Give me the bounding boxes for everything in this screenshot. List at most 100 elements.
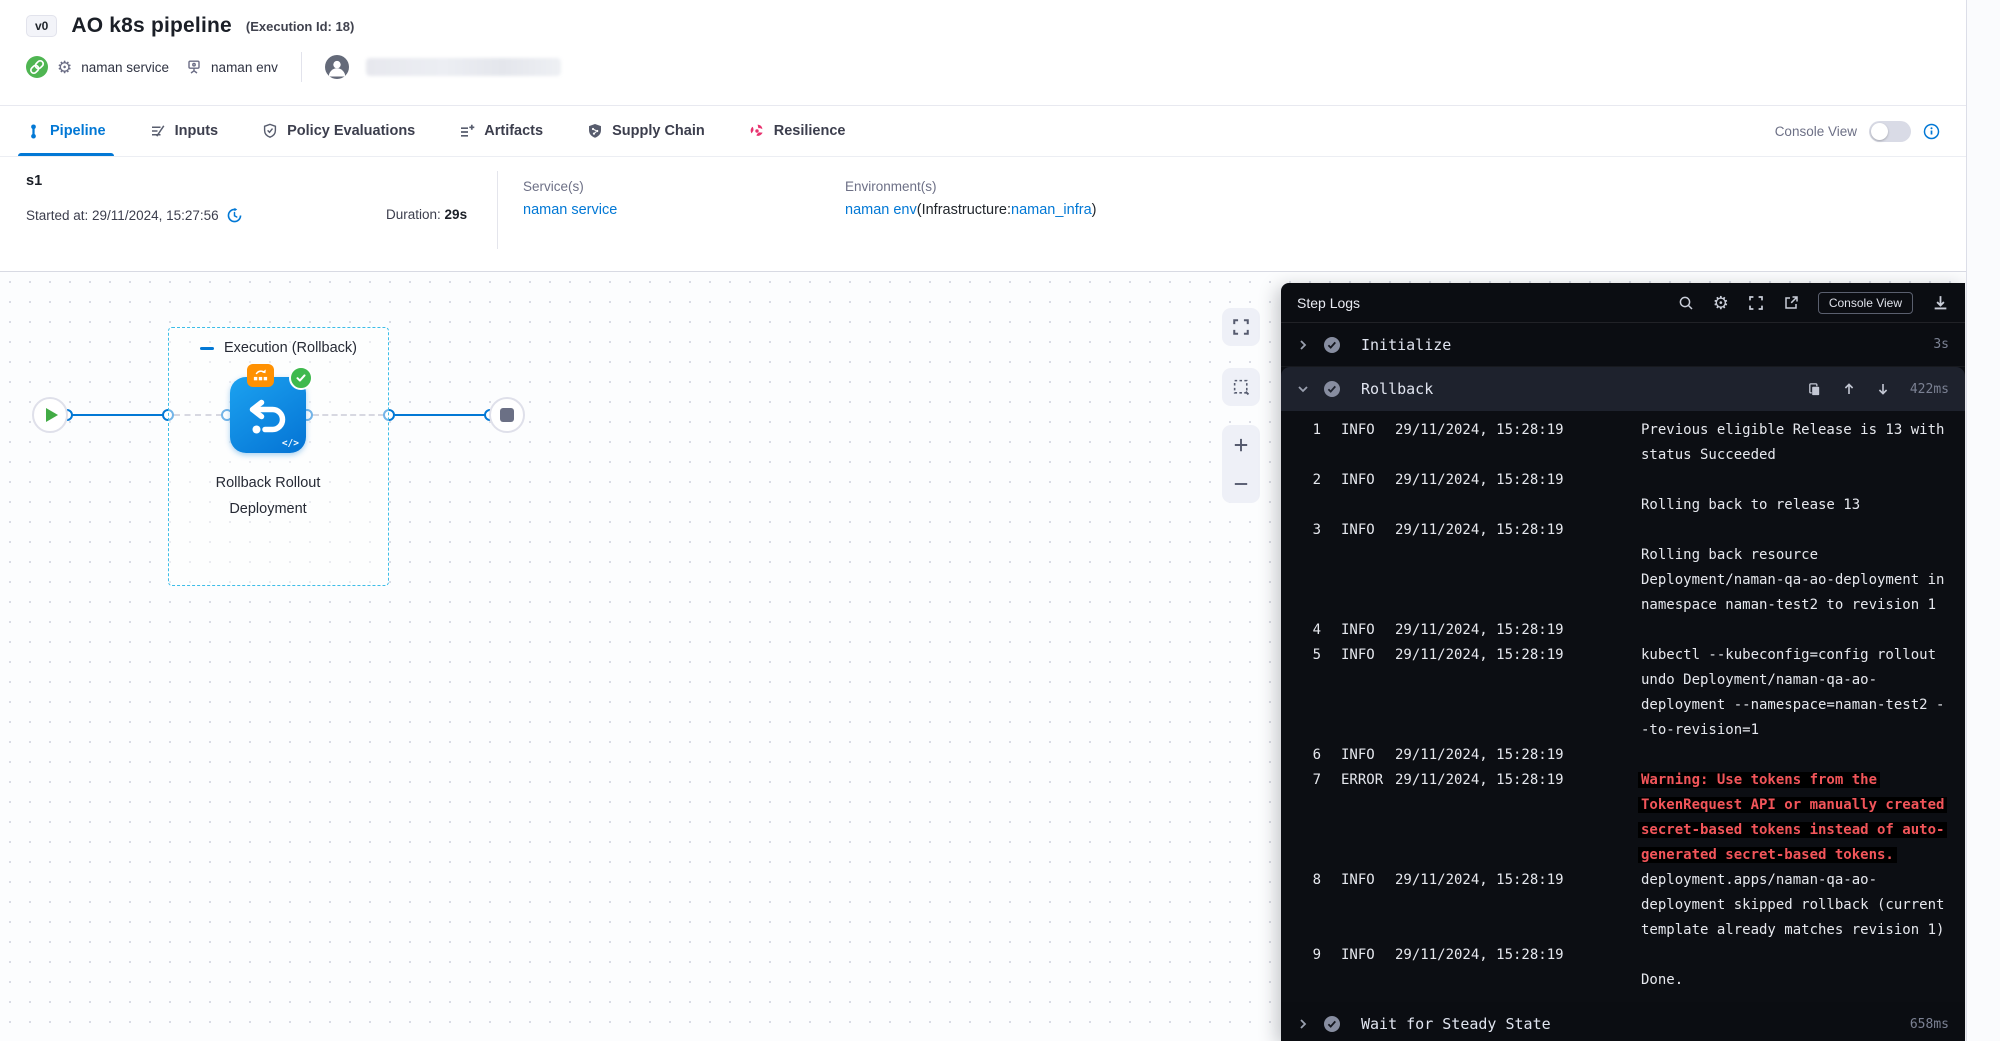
log-timestamp xyxy=(1395,493,1641,518)
end-node[interactable] xyxy=(489,397,525,433)
log-line-number xyxy=(1295,818,1321,843)
execution-id: (Execution Id: 18) xyxy=(246,19,354,34)
log-message xyxy=(1641,518,1951,543)
stage-name[interactable]: s1 xyxy=(26,173,42,189)
info-icon[interactable] xyxy=(1923,123,1940,140)
tab-artifacts[interactable]: Artifacts xyxy=(459,106,543,156)
fullscreen-button[interactable] xyxy=(1222,308,1260,346)
connector-line xyxy=(395,414,485,416)
scroll-down-icon[interactable] xyxy=(1876,382,1890,396)
tab-policy-evaluations[interactable]: Policy Evaluations xyxy=(262,106,415,156)
log-timestamp xyxy=(1395,918,1641,943)
copy-logs-icon[interactable] xyxy=(1807,382,1822,397)
log-timestamp xyxy=(1395,693,1641,718)
history-icon[interactable] xyxy=(226,207,243,224)
zoom-in-button[interactable] xyxy=(1222,425,1260,464)
log-timestamp xyxy=(1395,593,1641,618)
log-panel-title: Step Logs xyxy=(1297,295,1360,311)
header-env-name[interactable]: naman env xyxy=(211,60,278,75)
rollback-undo-icon xyxy=(244,391,292,439)
log-level xyxy=(1321,918,1395,943)
log-timestamp xyxy=(1395,793,1641,818)
section-duration: 422ms xyxy=(1910,382,1949,397)
resilience-icon xyxy=(749,123,765,139)
log-message xyxy=(1641,468,1951,493)
page-scroll-gutter[interactable] xyxy=(1966,0,2000,1041)
log-level: INFO xyxy=(1321,468,1395,493)
scroll-up-icon[interactable] xyxy=(1842,382,1856,396)
log-message: Rolling back to release 13 xyxy=(1641,493,1951,518)
log-message: Rolling back resource xyxy=(1641,543,1951,568)
log-line-number xyxy=(1295,893,1321,918)
tab-pipeline[interactable]: Pipeline xyxy=(26,106,106,156)
log-level xyxy=(1321,893,1395,918)
log-message xyxy=(1641,618,1951,643)
group-collapse-header[interactable]: Execution (Rollback) xyxy=(169,340,388,356)
log-timestamp xyxy=(1395,818,1641,843)
download-logs-icon[interactable] xyxy=(1932,294,1949,311)
zoom-out-button[interactable] xyxy=(1222,464,1260,503)
chevron-right-icon[interactable] xyxy=(1297,1018,1323,1030)
header-service-name[interactable]: naman service xyxy=(81,60,169,75)
console-view-toggle[interactable] xyxy=(1869,121,1911,142)
template-code-badge: </> xyxy=(282,438,299,449)
log-settings-gear-icon[interactable]: ⚙ xyxy=(1713,294,1729,312)
log-message: deployment.apps/naman-qa-ao- xyxy=(1641,868,1951,893)
start-node[interactable] xyxy=(32,397,68,433)
log-row: status Succeeded xyxy=(1281,443,1965,468)
multi-select-button[interactable] xyxy=(1222,368,1260,406)
log-output[interactable]: 1INFO29/11/2024, 15:28:19Previous eligib… xyxy=(1281,411,1965,1002)
divider xyxy=(301,52,302,82)
play-icon xyxy=(46,408,58,422)
gear-icon: ⚙ xyxy=(57,59,72,76)
expand-fullscreen-icon[interactable] xyxy=(1748,295,1764,311)
log-timestamp xyxy=(1395,718,1641,743)
section-title: Wait for Steady State xyxy=(1361,1015,1551,1033)
log-message: -to-revision=1 xyxy=(1641,718,1951,743)
service-link[interactable]: naman service xyxy=(523,202,617,218)
log-level: INFO xyxy=(1321,743,1395,768)
console-view-label: Console View xyxy=(1775,124,1857,139)
log-level xyxy=(1321,693,1395,718)
console-view-button[interactable]: Console View xyxy=(1818,292,1913,314)
execution-rollback-group[interactable]: Execution (Rollback) xyxy=(168,327,389,586)
tab-resilience[interactable]: Resilience xyxy=(749,106,846,156)
log-level: ERROR xyxy=(1321,768,1395,793)
version-badge[interactable]: v0 xyxy=(26,15,57,37)
log-row: undo Deployment/naman-qa-ao- xyxy=(1281,668,1965,693)
collapse-icon[interactable] xyxy=(200,347,214,350)
rollout-badge-icon xyxy=(247,364,274,387)
log-level: INFO xyxy=(1321,418,1395,443)
log-timestamp xyxy=(1395,568,1641,593)
environment-link[interactable]: naman env xyxy=(845,202,917,218)
log-line-number xyxy=(1295,593,1321,618)
log-level: INFO xyxy=(1321,518,1395,543)
step-success-icon xyxy=(1323,336,1361,354)
log-level xyxy=(1321,443,1395,468)
log-section-wait-steady-state[interactable]: Wait for Steady State 658ms xyxy=(1281,1002,1965,1041)
tab-label: Resilience xyxy=(774,123,846,139)
chevron-down-icon[interactable] xyxy=(1297,383,1323,395)
log-row: 2INFO29/11/2024, 15:28:19 xyxy=(1281,468,1965,493)
log-row: generated secret-based tokens. xyxy=(1281,843,1965,868)
chevron-right-icon[interactable] xyxy=(1297,339,1323,351)
log-level xyxy=(1321,593,1395,618)
log-line-number xyxy=(1295,543,1321,568)
tab-inputs[interactable]: Inputs xyxy=(150,106,219,156)
log-timestamp: 29/11/2024, 15:28:19 xyxy=(1395,418,1641,443)
log-level xyxy=(1321,568,1395,593)
log-message: namespace naman-test2 to revision 1 xyxy=(1641,593,1951,618)
pipeline-canvas[interactable]: Execution (Rollback) </> Rollback Rollou… xyxy=(0,272,1966,1041)
log-section-rollback[interactable]: Rollback 422ms xyxy=(1281,367,1965,411)
log-section-initialize[interactable]: Initialize 3s xyxy=(1281,323,1965,367)
log-level xyxy=(1321,668,1395,693)
tab-supply-chain[interactable]: Supply Chain xyxy=(587,106,705,156)
search-icon[interactable] xyxy=(1678,295,1694,311)
log-timestamp xyxy=(1395,668,1641,693)
log-row: 3INFO29/11/2024, 15:28:19 xyxy=(1281,518,1965,543)
policy-evaluations-icon xyxy=(262,123,278,139)
open-in-new-icon[interactable] xyxy=(1783,295,1799,311)
log-timestamp: 29/11/2024, 15:28:19 xyxy=(1395,518,1641,543)
page-title: AO k8s pipeline xyxy=(71,14,232,38)
infrastructure-link[interactable]: naman_infra xyxy=(1011,202,1092,218)
